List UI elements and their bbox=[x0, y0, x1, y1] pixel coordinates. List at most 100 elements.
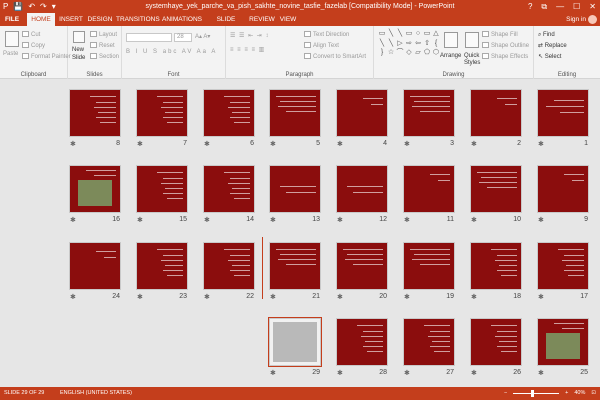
paste-icon[interactable] bbox=[5, 31, 19, 47]
arc-icon[interactable]: ⌒ bbox=[396, 49, 404, 58]
select-button[interactable]: ↖ Select bbox=[538, 53, 561, 61]
tab-slide-show[interactable]: SLIDE SHOW bbox=[206, 13, 246, 36]
slide-transition-icon[interactable]: ✱ bbox=[337, 369, 343, 377]
maximize-icon[interactable]: ☐ bbox=[573, 0, 580, 13]
line-icon[interactable]: ╲ bbox=[396, 30, 404, 39]
tab-transitions[interactable]: TRANSITIONS bbox=[116, 13, 160, 26]
slide-transition-icon[interactable]: ✱ bbox=[337, 140, 343, 148]
tab-design[interactable]: DESIGN bbox=[87, 13, 113, 26]
line-icon[interactable]: ╲ bbox=[378, 40, 386, 49]
slide-thumbnail-16[interactable] bbox=[69, 165, 121, 213]
rectangle-icon[interactable]: ▭ bbox=[378, 30, 386, 39]
triangle-icon[interactable]: △ bbox=[432, 30, 440, 39]
tab-review[interactable]: REVIEW bbox=[249, 13, 275, 26]
layout-button[interactable]: Layout bbox=[90, 31, 117, 39]
slide-thumbnail-24[interactable] bbox=[69, 242, 121, 290]
slide-transition-icon[interactable]: ✱ bbox=[538, 369, 544, 377]
oval-icon[interactable]: ○ bbox=[414, 30, 422, 39]
slide-thumbnail-22[interactable] bbox=[203, 242, 255, 290]
left-brace-icon[interactable]: { bbox=[432, 40, 440, 49]
slide-thumbnail-29[interactable] bbox=[268, 317, 322, 367]
line-icon[interactable]: ╲ bbox=[387, 40, 395, 49]
hexagon-icon[interactable]: ⬡ bbox=[432, 49, 440, 58]
rectangle-icon[interactable]: ▭ bbox=[423, 30, 431, 39]
slide-transition-icon[interactable]: ✱ bbox=[337, 216, 343, 224]
help-icon[interactable]: ? bbox=[528, 0, 532, 13]
fit-window-icon[interactable]: ⊡ bbox=[591, 387, 596, 400]
slide-transition-icon[interactable]: ✱ bbox=[404, 369, 410, 377]
bold-icon[interactable]: B bbox=[126, 49, 132, 55]
slide-thumbnail-19[interactable] bbox=[403, 242, 455, 290]
slide-thumbnail-28[interactable] bbox=[336, 318, 388, 366]
slide-thumbnail-6[interactable] bbox=[203, 89, 255, 137]
slide-thumbnail-14[interactable] bbox=[203, 165, 255, 213]
slide-thumbnail-2[interactable] bbox=[470, 89, 522, 137]
slide-thumbnail-7[interactable] bbox=[136, 89, 188, 137]
slide-transition-icon[interactable]: ✱ bbox=[270, 140, 276, 148]
align-buttons[interactable]: ≡ ≡ ≡ ≡ ▥ bbox=[230, 46, 265, 54]
italic-icon[interactable]: I bbox=[136, 49, 140, 55]
cut-button[interactable]: Cut bbox=[22, 31, 40, 39]
right-triangle-icon[interactable]: ▷ bbox=[396, 40, 404, 49]
slide-transition-icon[interactable]: ✱ bbox=[270, 293, 276, 301]
align-text-button[interactable]: Align Text bbox=[304, 42, 339, 50]
line-icon[interactable]: ╲ bbox=[387, 30, 395, 39]
slide-transition-icon[interactable]: ✱ bbox=[471, 369, 477, 377]
list-buttons[interactable]: ☰ ☰ ⇤ ⇥ ↕ bbox=[230, 32, 269, 40]
slide-thumbnail-5[interactable] bbox=[269, 89, 321, 137]
language-indicator[interactable]: ENGLISH (UNITED STATES) bbox=[60, 387, 132, 400]
strikethrough-icon[interactable]: abc bbox=[163, 49, 179, 55]
quick-styles-icon[interactable] bbox=[465, 32, 479, 48]
right-arrow-icon[interactable]: ⇨ bbox=[405, 40, 413, 49]
replace-button[interactable]: ⇄ Replace bbox=[538, 42, 567, 50]
rectangle-icon[interactable]: ▭ bbox=[405, 30, 413, 39]
find-button[interactable]: ⌕ Find bbox=[538, 31, 555, 39]
star-icon[interactable]: ☆ bbox=[387, 49, 395, 58]
slide-transition-icon[interactable]: ✱ bbox=[404, 216, 410, 224]
text-direction-button[interactable]: Text Direction bbox=[304, 31, 349, 39]
right-brace-icon[interactable]: } bbox=[378, 49, 386, 58]
font-size-field[interactable]: 28 bbox=[174, 33, 192, 42]
arrange-icon[interactable] bbox=[444, 32, 458, 48]
slide-thumbnail-21[interactable] bbox=[269, 242, 321, 290]
slide-transition-icon[interactable]: ✱ bbox=[337, 293, 343, 301]
font-name-field[interactable] bbox=[126, 33, 172, 42]
slide-thumbnail-20[interactable] bbox=[336, 242, 388, 290]
slide-transition-icon[interactable]: ✱ bbox=[538, 216, 544, 224]
sign-in-link[interactable]: Sign in bbox=[566, 13, 586, 26]
slide-thumbnail-4[interactable] bbox=[336, 89, 388, 137]
arrange-button[interactable]: Arrange bbox=[440, 52, 461, 60]
slide-thumbnail-9[interactable] bbox=[537, 165, 589, 213]
slide-thumbnail-10[interactable] bbox=[470, 165, 522, 213]
slide-thumbnail-18[interactable] bbox=[470, 242, 522, 290]
shape-effects-button[interactable]: Shape Effects bbox=[482, 53, 528, 61]
tab-animations[interactable]: ANIMATIONS bbox=[161, 13, 203, 26]
tab-home[interactable]: HOME bbox=[27, 13, 55, 26]
slide-transition-icon[interactable]: ✱ bbox=[404, 293, 410, 301]
copy-button[interactable]: Copy bbox=[22, 42, 45, 50]
slide-thumbnail-11[interactable] bbox=[403, 165, 455, 213]
slide-transition-icon[interactable]: ✱ bbox=[204, 140, 210, 148]
slide-transition-icon[interactable]: ✱ bbox=[270, 369, 276, 377]
paste-button[interactable]: Paste bbox=[3, 50, 18, 58]
slide-thumbnail-13[interactable] bbox=[269, 165, 321, 213]
slide-thumbnail-23[interactable] bbox=[136, 242, 188, 290]
section-button[interactable]: Section bbox=[90, 53, 119, 61]
slide-transition-icon[interactable]: ✱ bbox=[70, 216, 76, 224]
ribbon-display-icon[interactable]: ⧉ bbox=[541, 0, 547, 13]
slide-transition-icon[interactable]: ✱ bbox=[538, 140, 544, 148]
slide-transition-icon[interactable]: ✱ bbox=[404, 140, 410, 148]
slide-transition-icon[interactable]: ✱ bbox=[204, 216, 210, 224]
slide-thumbnail-8[interactable] bbox=[69, 89, 121, 137]
minimize-icon[interactable]: — bbox=[556, 0, 564, 13]
tab-insert[interactable]: INSERT bbox=[58, 13, 84, 26]
convert-smartart-button[interactable]: Convert to SmartArt bbox=[304, 53, 366, 61]
zoom-slider[interactable] bbox=[513, 390, 560, 397]
change-case-icon[interactable]: Aa bbox=[197, 49, 208, 55]
slide-sorter[interactable]: ✱ 1 ✱ 2 ✱ 3 ✱ 4 ✱ 5 ✱ 6 ✱ 7 ✱ 8 ✱ 9 ✱ 10 ✱ 11 ✱ 12 ✱ 13 ✱ 14 ✱ 15 ✱ 16 ✱… bbox=[0, 79, 600, 387]
slide-transition-icon[interactable]: ✱ bbox=[538, 293, 544, 301]
shapes-gallery[interactable]: ▭ ╲ ╲ ▭ ○ ▭ △ ╲ ╲ ▷ ⇨ ⇦ ⇧ { } ☆ ⌒ ◇ ▱ ⬠ … bbox=[378, 30, 439, 58]
diamond-icon[interactable]: ◇ bbox=[405, 49, 413, 58]
slide-thumbnail-25[interactable] bbox=[537, 318, 589, 366]
slide-transition-icon[interactable]: ✱ bbox=[471, 293, 477, 301]
